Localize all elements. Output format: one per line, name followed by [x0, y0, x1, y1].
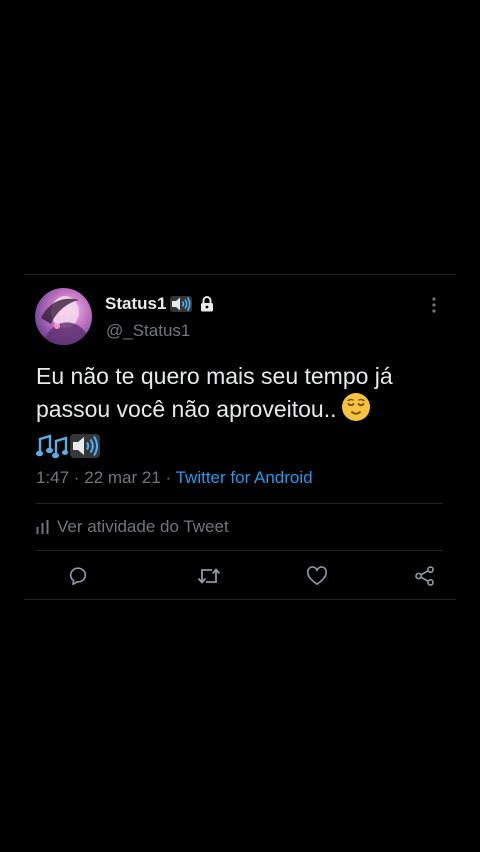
retweet-icon[interactable]	[197, 564, 221, 588]
speaker-icon	[170, 295, 193, 313]
bar-chart-icon	[36, 520, 49, 534]
like-icon[interactable]	[305, 564, 329, 588]
handle[interactable]: @_Status1	[106, 321, 190, 341]
meta-separator: ·	[73, 468, 80, 487]
reply-icon[interactable]	[66, 564, 90, 588]
tweet-actions	[36, 551, 443, 601]
avatar[interactable]	[35, 288, 92, 345]
tweet-time: 1:47	[36, 468, 70, 487]
tweet-activity-button[interactable]: Ver atividade do Tweet	[36, 517, 229, 537]
tweet-activity-label: Ver atividade do Tweet	[57, 517, 229, 536]
tweet-source-link[interactable]: Twitter for Android	[176, 468, 313, 487]
relieved-face-emoji	[341, 392, 371, 430]
tweet-meta: 1:47 · 22 mar 21 · Twitter for Android	[36, 468, 313, 488]
tweet-text-line-1: Eu não te quero mais seu tempo já	[36, 363, 393, 389]
tweet-date: 22 mar 21	[84, 468, 161, 487]
tweet-text-line-2: passou você não aproveitou..	[36, 392, 451, 430]
speaker-emoji	[70, 433, 100, 459]
musical-notes-emoji	[36, 433, 68, 459]
share-icon[interactable]	[413, 564, 437, 588]
tweet-text-line-2-text: passou você não aproveitou..	[36, 396, 337, 422]
display-name[interactable]: Status1	[105, 294, 166, 314]
display-name-row[interactable]: Status1	[105, 293, 214, 315]
tweet-card[interactable]: Status1 @_Status1 Eu não te quero mais s…	[24, 274, 456, 600]
lock-icon	[200, 296, 214, 312]
more-vertical-icon[interactable]	[424, 295, 444, 315]
tweet-text-emoji-row	[36, 430, 451, 461]
meta-separator: ·	[165, 468, 172, 487]
screen: Status1 @_Status1 Eu não te quero mais s…	[0, 0, 480, 852]
divider	[36, 503, 443, 504]
tweet-text: Eu não te quero mais seu tempo já passou…	[36, 361, 451, 461]
